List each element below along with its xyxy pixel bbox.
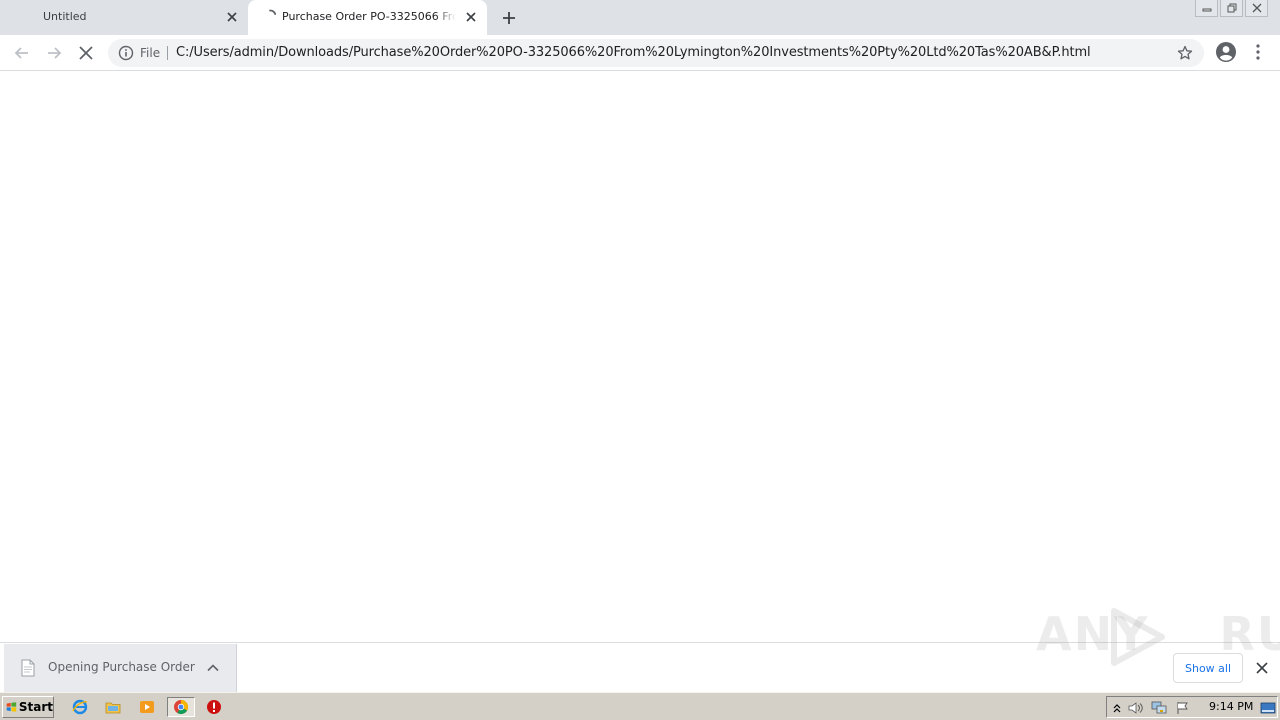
start-label: Start [18,700,53,714]
close-window-button[interactable] [1245,0,1268,17]
ie-launcher[interactable] [70,697,90,717]
restore-icon [1227,3,1236,13]
stop-icon [79,46,93,60]
page-viewport [0,72,1280,642]
system-tray: 9:14 PM [1106,696,1278,718]
back-button[interactable] [10,41,34,65]
minimize-button[interactable] [1195,0,1218,17]
chevron-up-icon [1113,704,1121,713]
browser-toolbar: File C:/Users/admin/Downloads/Purchase%2… [0,35,1280,71]
show-all-button[interactable]: Show all [1173,653,1243,683]
tab-close-icon[interactable] [463,9,479,25]
restore-button[interactable] [1220,0,1243,17]
close-icon [1252,3,1261,13]
tab-purchase-order[interactable]: Purchase Order PO-3325066 From Lymington… [248,0,487,35]
opera-launcher[interactable] [204,697,224,717]
more-vertical-icon [1256,44,1260,60]
media-player-launcher[interactable] [137,697,157,717]
file-icon [21,659,35,677]
flag-icon [1177,702,1188,714]
action-center-tray-icon[interactable] [1175,700,1191,716]
warning-shield-icon [207,700,221,714]
arrow-right-icon [48,47,62,59]
bookmark-star-icon[interactable] [1177,45,1193,61]
show-desktop-button[interactable] [1260,700,1276,716]
arrow-left-icon [14,47,28,59]
internet-explorer-icon [72,699,88,715]
tab-strip: Untitled Purchase Order PO-3325066 From … [0,0,1280,35]
minimize-icon [1202,8,1211,12]
stop-loading-button[interactable] [74,41,98,65]
network-icon [1151,701,1167,714]
plus-icon [503,12,515,24]
scheme-chip: File [140,46,161,60]
loading-spinner-icon [269,9,277,15]
tab-untitled[interactable]: Untitled [0,0,246,35]
tab-title: Purchase Order PO-3325066 From Lymington… [282,10,456,23]
play-logo-icon [1111,608,1165,666]
profile-avatar-icon[interactable] [1215,41,1237,63]
media-player-icon [140,701,154,713]
chrome-icon [174,700,189,715]
windows-logo-icon [6,702,17,712]
close-shelf-button[interactable] [1253,659,1271,677]
omnibox-divider [167,46,168,60]
url-text[interactable]: C:/Users/admin/Downloads/Purchase%20Orde… [176,45,1091,60]
volume-tray-icon[interactable] [1128,700,1144,716]
folder-icon [105,702,121,714]
download-item-label: Opening Purchase Order [48,660,195,674]
close-icon [1256,662,1268,674]
tab-title: Untitled [43,10,87,23]
tab-close-icon[interactable] [224,9,240,25]
window-controls [1195,0,1268,17]
address-bar[interactable]: File C:/Users/admin/Downloads/Purchase%2… [108,39,1204,67]
chrome-menu-button[interactable] [1250,41,1266,63]
taskbar-clock[interactable]: 9:14 PM [1209,700,1253,713]
anyrun-watermark: ANYRUN [1036,607,1280,666]
explorer-launcher[interactable] [103,697,123,717]
download-shelf: ANYRUN Opening Purchase Order Show all [0,607,1280,692]
speaker-icon [1128,702,1143,714]
chrome-taskbar-button[interactable] [167,697,195,717]
chevron-up-icon[interactable] [205,660,221,676]
tray-expand-button[interactable] [1109,700,1125,716]
network-tray-icon[interactable] [1151,700,1167,716]
desktop-icon [1260,702,1276,714]
windows-taskbar: Start 9:14 PM [0,692,1280,720]
start-button[interactable]: Start [2,696,54,718]
forward-button[interactable] [42,41,66,65]
info-icon[interactable] [118,45,134,61]
download-item[interactable]: Opening Purchase Order [4,644,237,692]
new-tab-button[interactable] [499,8,519,28]
